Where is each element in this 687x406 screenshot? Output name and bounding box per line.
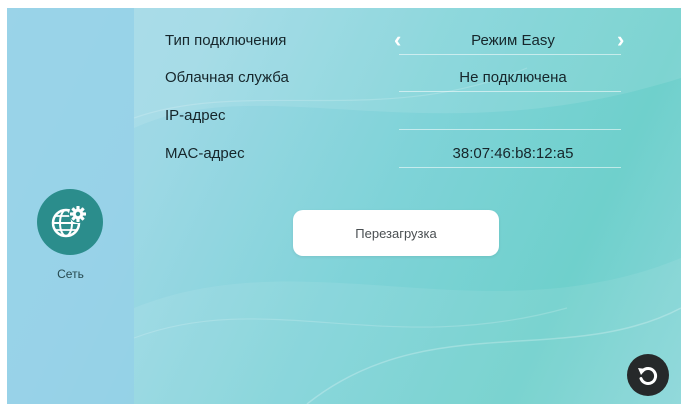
reboot-button[interactable]: Перезагрузка (293, 210, 499, 256)
divider (399, 129, 621, 130)
connection-type-label: Тип подключения (165, 32, 287, 49)
settings-screen: Сеть Тип подключения ‹ Режим Easy › Обла… (7, 8, 681, 404)
connection-type-value[interactable]: Режим Easy (399, 32, 627, 49)
globe-gear-icon (37, 189, 103, 255)
chevron-right-icon[interactable]: › (617, 29, 624, 51)
sidebar-item-network[interactable]: Сеть (7, 183, 134, 293)
divider (399, 167, 621, 168)
divider (399, 54, 621, 55)
cloud-service-value: Не подключена (459, 69, 567, 86)
sidebar-item-label: Сеть (57, 267, 84, 281)
ip-address-label: IP-адрес (165, 107, 226, 124)
divider (399, 91, 621, 92)
sidebar: Сеть (7, 8, 134, 404)
undo-arrow-icon (638, 367, 658, 385)
back-button[interactable] (627, 354, 669, 396)
cloud-service-label: Облачная служба (165, 69, 289, 86)
mac-address-value: 38:07:46:b8:12:a5 (452, 145, 574, 162)
mac-address-label: MAC-адрес (165, 145, 245, 162)
